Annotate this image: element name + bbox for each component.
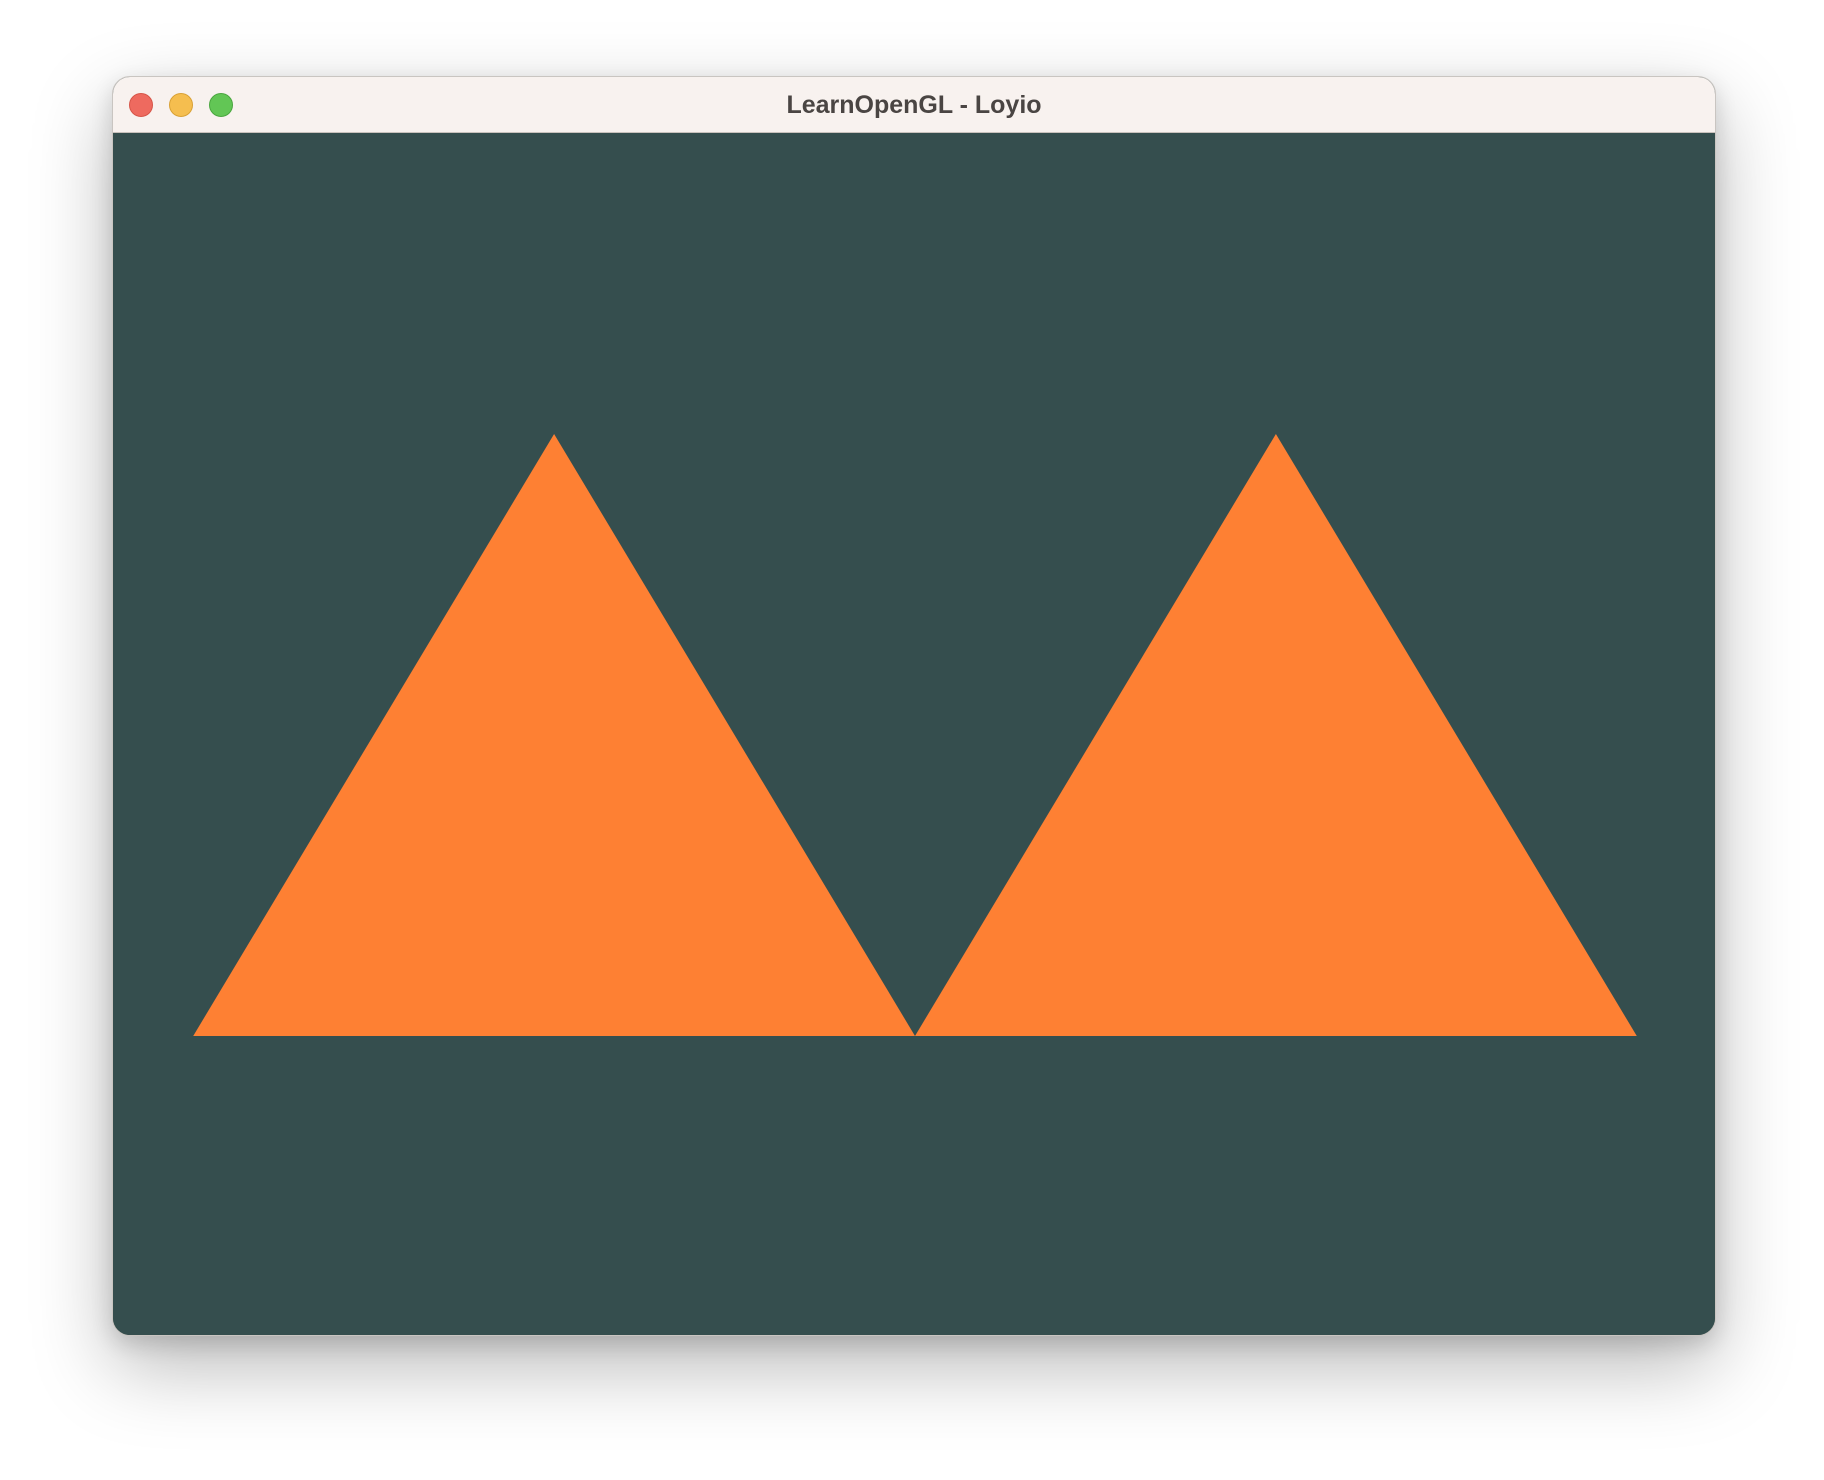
opengl-viewport[interactable]: [113, 133, 1715, 1335]
title-bar[interactable]: LearnOpenGL - Loyio: [113, 77, 1715, 133]
window-title: LearnOpenGL - Loyio: [786, 91, 1042, 119]
render-canvas: [193, 434, 1637, 1036]
right-triangle: [915, 434, 1637, 1036]
left-triangle: [193, 434, 915, 1036]
app-window: LearnOpenGL - Loyio: [112, 76, 1716, 1336]
